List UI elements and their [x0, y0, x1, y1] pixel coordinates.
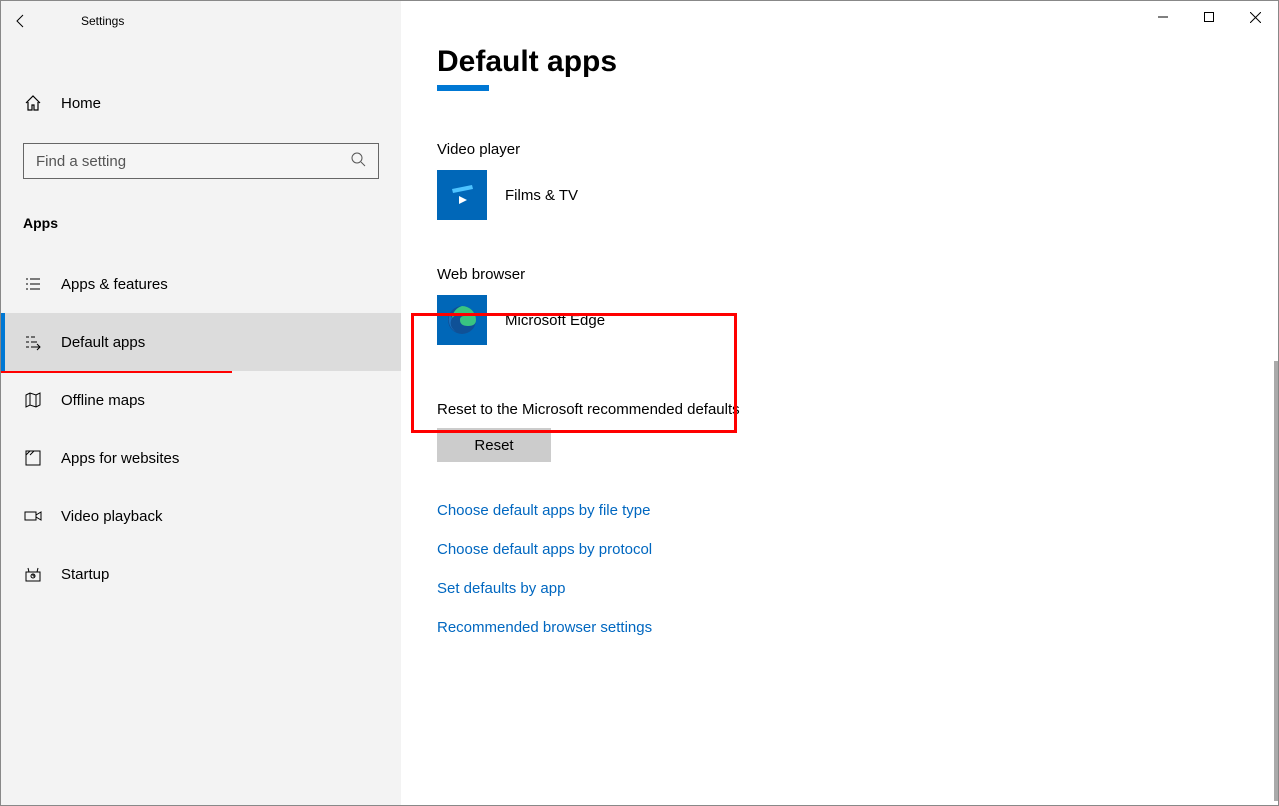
sidebar-item-apps-features[interactable]: Apps & features	[1, 255, 401, 313]
section-heading: Apps	[1, 197, 401, 241]
web-browser-app[interactable]: Microsoft Edge	[437, 295, 1242, 345]
video-icon	[23, 506, 43, 526]
web-browser-label: Web browser	[437, 266, 1242, 283]
home-label: Home	[61, 95, 101, 112]
web-browser-app-name: Microsoft Edge	[505, 312, 605, 329]
video-player-app[interactable]: Films & TV	[437, 170, 1242, 220]
edge-icon	[437, 295, 487, 345]
link-file-type[interactable]: Choose default apps by file type	[437, 502, 1242, 519]
link-protocol[interactable]: Choose default apps by protocol	[437, 541, 1242, 558]
home-icon	[23, 93, 43, 113]
back-button[interactable]	[1, 1, 41, 41]
video-player-app-name: Films & TV	[505, 187, 578, 204]
maximize-button[interactable]	[1186, 1, 1232, 33]
sidebar-item-video-playback[interactable]: Video playback	[1, 487, 401, 545]
link-browser-settings[interactable]: Recommended browser settings	[437, 619, 1242, 636]
films-tv-icon	[437, 170, 487, 220]
sidebar: Home Apps Apps & features De	[1, 1, 401, 805]
websites-icon	[23, 448, 43, 468]
sidebar-item-label: Startup	[61, 566, 109, 583]
startup-icon	[23, 564, 43, 584]
sidebar-item-label: Apps for websites	[61, 450, 179, 467]
sidebar-item-apps-websites[interactable]: Apps for websites	[1, 429, 401, 487]
reset-label: Reset to the Microsoft recommended defau…	[437, 401, 1242, 418]
link-by-app[interactable]: Set defaults by app	[437, 580, 1242, 597]
sidebar-item-label: Video playback	[61, 508, 162, 525]
search-icon	[350, 151, 366, 172]
title-underline	[437, 85, 489, 91]
sidebar-item-startup[interactable]: Startup	[1, 545, 401, 603]
list-icon	[23, 274, 43, 294]
map-icon	[23, 390, 43, 410]
sidebar-item-label: Default apps	[61, 334, 145, 351]
sidebar-item-offline-maps[interactable]: Offline maps	[1, 371, 401, 429]
defaults-icon	[23, 332, 43, 352]
search-input[interactable]	[36, 153, 333, 170]
page-title: Default apps	[437, 45, 1242, 79]
sidebar-item-label: Apps & features	[61, 276, 168, 293]
main-panel: Default apps Video player Films & TV Web…	[401, 1, 1278, 805]
search-box[interactable]	[23, 143, 379, 179]
sidebar-item-label: Offline maps	[61, 392, 145, 409]
sidebar-item-default-apps[interactable]: Default apps	[1, 313, 401, 371]
video-player-label: Video player	[437, 141, 1242, 158]
window-title: Settings	[81, 14, 124, 28]
home-nav[interactable]: Home	[1, 81, 401, 125]
reset-button[interactable]: Reset	[437, 428, 551, 462]
close-button[interactable]	[1232, 1, 1278, 33]
minimize-button[interactable]	[1140, 1, 1186, 33]
